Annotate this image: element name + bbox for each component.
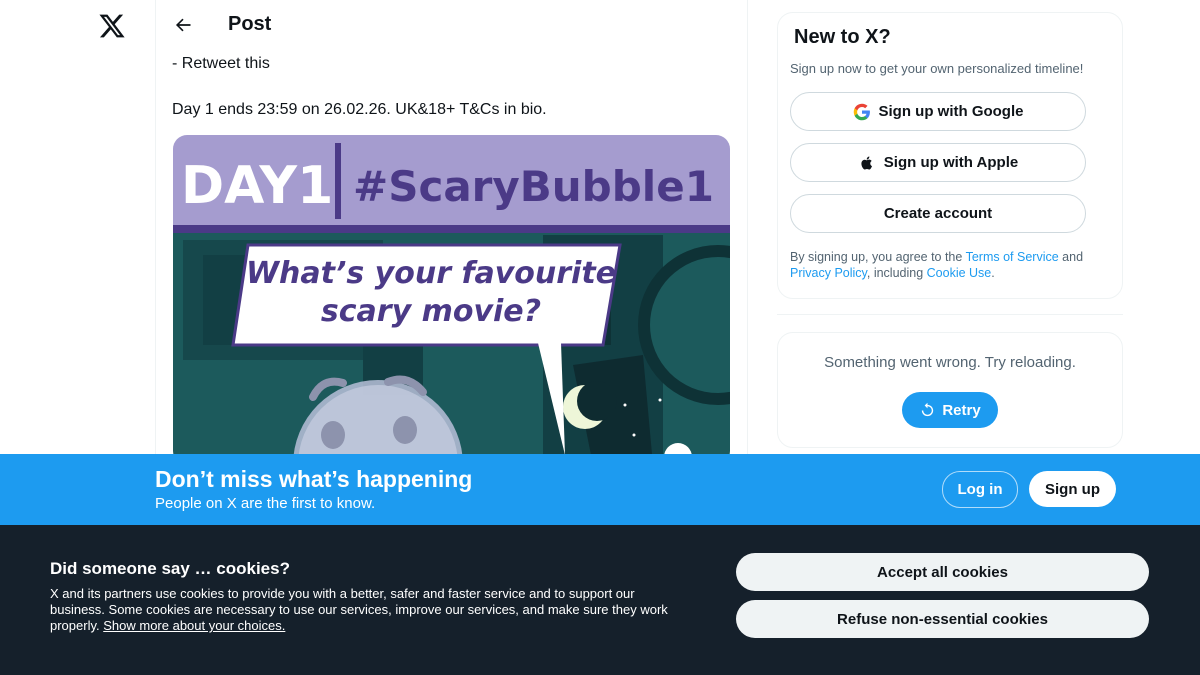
sidebar-divider [777, 314, 1123, 315]
google-signup-label: Sign up with Google [878, 103, 1024, 120]
legal-prefix: By signing up, you agree to the [790, 250, 966, 264]
signup-bar-subtitle: People on X are the first to know. [155, 495, 376, 512]
x-logo-icon[interactable] [98, 12, 126, 40]
apple-icon [858, 154, 876, 172]
tweet-text-line: Day 1 ends 23:59 on 26.02.26. UK&18+ T&C… [172, 101, 547, 118]
back-button[interactable] [170, 12, 196, 38]
banner-hashtag-text: #ScaryBubble1 [353, 162, 714, 211]
card-title: New to X? [794, 26, 891, 48]
apple-signup-button[interactable]: Sign up with Apple [790, 143, 1086, 182]
page-title: Post [228, 13, 272, 35]
accept-all-cookies-button[interactable]: Accept all cookies [736, 553, 1149, 591]
speech-bubble-line2: scary movie? [321, 294, 541, 329]
retry-label: Retry [942, 401, 981, 419]
log-in-button[interactable]: Log in [942, 471, 1018, 508]
create-account-button[interactable]: Create account [790, 194, 1086, 233]
privacy-policy-link[interactable]: Privacy Policy [790, 266, 867, 280]
apple-signup-label: Sign up with Apple [883, 154, 1019, 171]
refuse-cookies-button[interactable]: Refuse non-essential cookies [736, 600, 1149, 638]
legal-text: By signing up, you agree to the Terms of… [790, 249, 1110, 281]
signup-bar-title: Don’t miss what’s happening [155, 466, 473, 492]
cookie-banner-title: Did someone say … cookies? [50, 559, 290, 578]
legal-end: . [991, 266, 995, 280]
legal-and: and [1058, 250, 1084, 264]
retry-button[interactable]: Retry [902, 392, 998, 428]
tweet-media-image[interactable]: DAY1 #ScaryBubble1 What’s your favourite… [173, 135, 730, 465]
cookie-use-link[interactable]: Cookie Use [927, 266, 992, 280]
error-message: Something went wrong. Try reloading. [824, 354, 1076, 371]
cookie-banner-body: X and its partners use cookies to provid… [50, 586, 690, 634]
cookie-choices-link[interactable]: Show more about your choices. [103, 618, 285, 633]
card-subtitle: Sign up now to get your own personalized… [790, 61, 1084, 76]
speech-bubble-line1: What’s your favourite [246, 256, 616, 291]
sign-up-button[interactable]: Sign up [1029, 471, 1116, 507]
terms-of-service-link[interactable]: Terms of Service [966, 250, 1059, 264]
post-header: Post [156, 0, 747, 52]
new-to-x-card: New to X? Sign up now to get your own pe… [777, 12, 1123, 299]
refresh-icon [922, 402, 934, 416]
banner-divider [335, 143, 341, 219]
main-column: Post - Retweet this Day 1 ends 23:59 on … [155, 0, 748, 465]
error-card: Something went wrong. Try reloading. Ret… [777, 332, 1123, 448]
banner-day-text: DAY1 [181, 156, 333, 216]
signup-prompt-bar: Don’t miss what’s happening People on X … [0, 454, 1200, 525]
google-icon [853, 103, 871, 121]
arrow-left-icon [175, 18, 191, 32]
cookie-banner: Did someone say … cookies? X and its par… [0, 525, 1200, 675]
google-signup-button[interactable]: Sign up with Google [790, 92, 1086, 131]
legal-including: , including [866, 266, 927, 280]
tweet-text-line: - Retweet this [172, 55, 270, 72]
